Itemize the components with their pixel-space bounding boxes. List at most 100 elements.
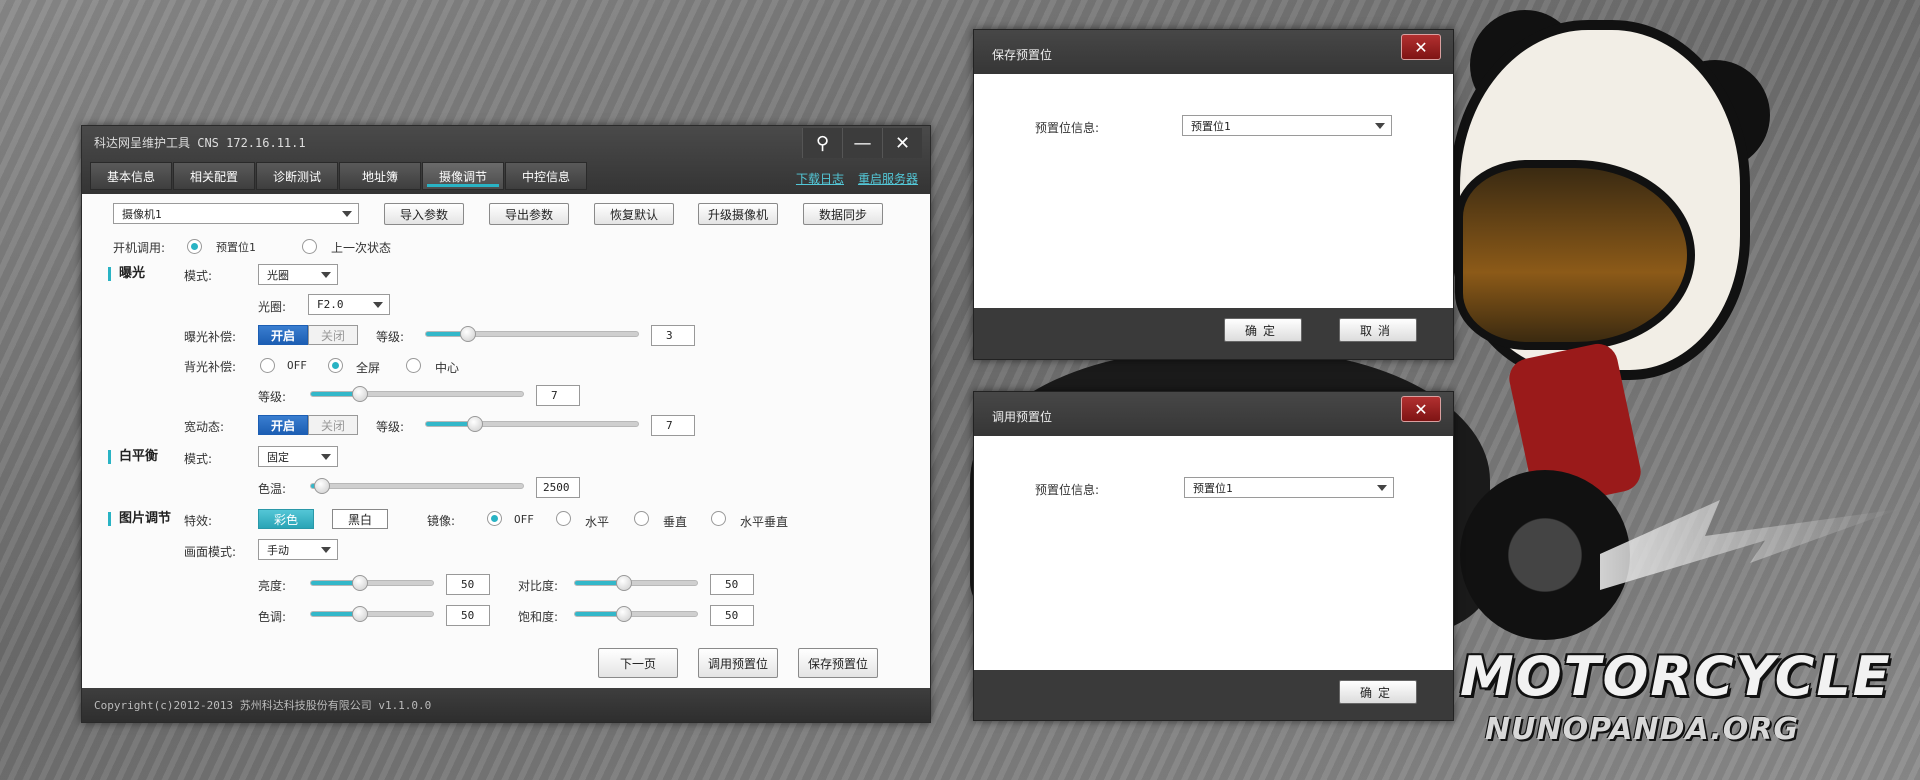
boot-preset-radio[interactable] <box>187 239 202 254</box>
backlight-level-slider[interactable] <box>310 386 524 402</box>
import-params-button[interactable]: 导入参数 <box>384 203 464 225</box>
call-dialog-title-bar[interactable]: 调用预置位 ✕ <box>974 392 1453 436</box>
slider-thumb[interactable] <box>351 606 368 622</box>
mirror-off-radio[interactable] <box>487 511 502 526</box>
minimize-button[interactable]: — <box>842 128 882 158</box>
saturation-slider[interactable] <box>574 606 698 622</box>
title-bar[interactable]: 科达网呈维护工具 CNS 172.16.11.1 ⚲ — ✕ 基本信息 相关配置… <box>82 126 930 194</box>
wdr-toggle[interactable]: 开启 关闭 <box>258 415 358 435</box>
call-dialog-title: 调用预置位 <box>992 410 1053 424</box>
effect-bw-button[interactable]: 黑白 <box>332 509 388 529</box>
mirror-horizontal-radio[interactable] <box>556 511 571 526</box>
export-params-button[interactable]: 导出参数 <box>489 203 569 225</box>
exposure-mode-select[interactable]: 光圈 <box>258 264 338 285</box>
backlight-off-label: OFF <box>287 359 307 372</box>
save-preset-dialog: 保存预置位 ✕ 预置位信息: 预置位1 确定 取消 <box>973 29 1454 360</box>
tab-camera-adjust[interactable]: 摄像调节 <box>422 162 504 190</box>
close-button[interactable]: ✕ <box>882 128 922 158</box>
brightness-slider[interactable] <box>310 575 434 591</box>
backlight-full-radio[interactable] <box>328 358 343 373</box>
slider-thumb[interactable] <box>313 478 330 494</box>
save-dialog-preset-select[interactable]: 预置位1 <box>1182 115 1392 136</box>
save-dialog-preset-label: 预置位信息: <box>1035 121 1100 135</box>
exposure-comp-off[interactable]: 关闭 <box>308 325 358 345</box>
upgrade-camera-button[interactable]: 升级摄像机 <box>698 203 778 225</box>
wb-mode-value: 固定 <box>267 450 289 464</box>
boot-last-state-radio[interactable] <box>302 239 317 254</box>
tab-central-control[interactable]: 中控信息 <box>505 162 587 190</box>
camera-select[interactable]: 摄像机1 <box>113 203 359 224</box>
slider-thumb[interactable] <box>351 575 368 591</box>
top-links: 下载日志 重启服务器 <box>796 170 918 187</box>
color-temp-slider[interactable] <box>310 478 524 494</box>
save-dialog-title: 保存预置位 <box>992 48 1053 62</box>
call-preset-button[interactable]: 调用预置位 <box>698 648 778 678</box>
chevron-down-icon <box>321 547 331 553</box>
backlight-level-box[interactable]: 7 <box>536 385 580 406</box>
call-dialog-ok-button[interactable]: 确定 <box>1339 680 1417 704</box>
tab-bar: 基本信息 相关配置 诊断测试 地址簿 摄像调节 中控信息 <box>90 162 588 190</box>
backlight-full-label: 全屏 <box>356 361 381 375</box>
contrast-box[interactable]: 50 <box>710 574 754 595</box>
data-sync-button[interactable]: 数据同步 <box>803 203 883 225</box>
save-preset-button[interactable]: 保存预置位 <box>798 648 878 678</box>
saturation-box[interactable]: 50 <box>710 605 754 626</box>
tab-address-book[interactable]: 地址簿 <box>339 162 421 190</box>
exposure-comp-label: 曝光补偿: <box>184 330 237 344</box>
wb-mode-select[interactable]: 固定 <box>258 446 338 467</box>
exposure-comp-toggle[interactable]: 开启 关闭 <box>258 325 358 345</box>
hue-slider[interactable] <box>310 606 434 622</box>
download-log-link[interactable]: 下载日志 <box>796 170 844 187</box>
save-dialog-close-button[interactable]: ✕ <box>1401 34 1441 60</box>
wdr-level-slider[interactable] <box>425 416 639 432</box>
picture-mode-select[interactable]: 手动 <box>258 539 338 560</box>
exposure-mode-value: 光圈 <box>267 268 289 282</box>
mirror-vertical-radio[interactable] <box>634 511 649 526</box>
save-dialog-title-bar[interactable]: 保存预置位 ✕ <box>974 30 1453 74</box>
mirror-horizontal-label: 水平 <box>585 515 610 529</box>
tab-basic-info[interactable]: 基本信息 <box>90 162 172 190</box>
call-dialog-preset-select[interactable]: 预置位1 <box>1184 477 1394 498</box>
backlight-center-label: 中心 <box>435 361 460 375</box>
picture-mode-label: 画面模式: <box>184 545 237 559</box>
wdr-off[interactable]: 关闭 <box>308 415 358 435</box>
slider-thumb[interactable] <box>615 575 632 591</box>
backlight-off-radio[interactable] <box>260 358 275 373</box>
restore-default-button[interactable]: 恢复默认 <box>594 203 674 225</box>
next-page-button[interactable]: 下一页 <box>598 648 678 678</box>
mirror-off-label: OFF <box>514 513 534 526</box>
mirror-both-radio[interactable] <box>711 511 726 526</box>
exposure-comp-on[interactable]: 开启 <box>258 325 308 345</box>
image-adjust-section-title: 图片调节 <box>108 512 171 526</box>
boot-call-label: 开机调用: <box>113 241 166 255</box>
contrast-slider[interactable] <box>574 575 698 591</box>
tab-related-config[interactable]: 相关配置 <box>173 162 255 190</box>
hue-box[interactable]: 50 <box>446 605 490 626</box>
wdr-level-label: 等级: <box>376 420 405 434</box>
restart-server-link[interactable]: 重启服务器 <box>858 170 918 187</box>
wdr-on[interactable]: 开启 <box>258 415 308 435</box>
slider-thumb[interactable] <box>460 326 477 342</box>
slider-thumb[interactable] <box>467 416 484 432</box>
pin-button[interactable]: ⚲ <box>802 128 842 158</box>
save-dialog-ok-button[interactable]: 确定 <box>1224 318 1302 342</box>
call-dialog-close-button[interactable]: ✕ <box>1401 396 1441 422</box>
save-dialog-cancel-button[interactable]: 取消 <box>1339 318 1417 342</box>
exposure-comp-slider[interactable] <box>425 326 639 342</box>
slider-thumb[interactable] <box>352 386 369 402</box>
saturation-label: 饱和度: <box>518 610 559 624</box>
slider-thumb[interactable] <box>615 606 632 622</box>
close-icon: ✕ <box>894 132 911 154</box>
effect-color-button[interactable]: 彩色 <box>258 509 314 529</box>
backlight-center-radio[interactable] <box>406 358 421 373</box>
exposure-comp-level-box[interactable]: 3 <box>651 325 695 346</box>
color-temp-box[interactable]: 2500 <box>536 477 580 498</box>
brightness-box[interactable]: 50 <box>446 574 490 595</box>
copyright-footer: Copyright(c)2012-2013 苏州科达科技股份有限公司 v1.1.… <box>82 688 930 722</box>
aperture-select[interactable]: F2.0 <box>308 294 390 315</box>
wallpaper-brand: MOTORCYCLE <box>1460 645 1892 708</box>
contrast-label: 对比度: <box>518 579 559 593</box>
white-balance-section-title: 白平衡 <box>108 450 158 464</box>
tab-diagnostics[interactable]: 诊断测试 <box>256 162 338 190</box>
wdr-level-box[interactable]: 7 <box>651 415 695 436</box>
